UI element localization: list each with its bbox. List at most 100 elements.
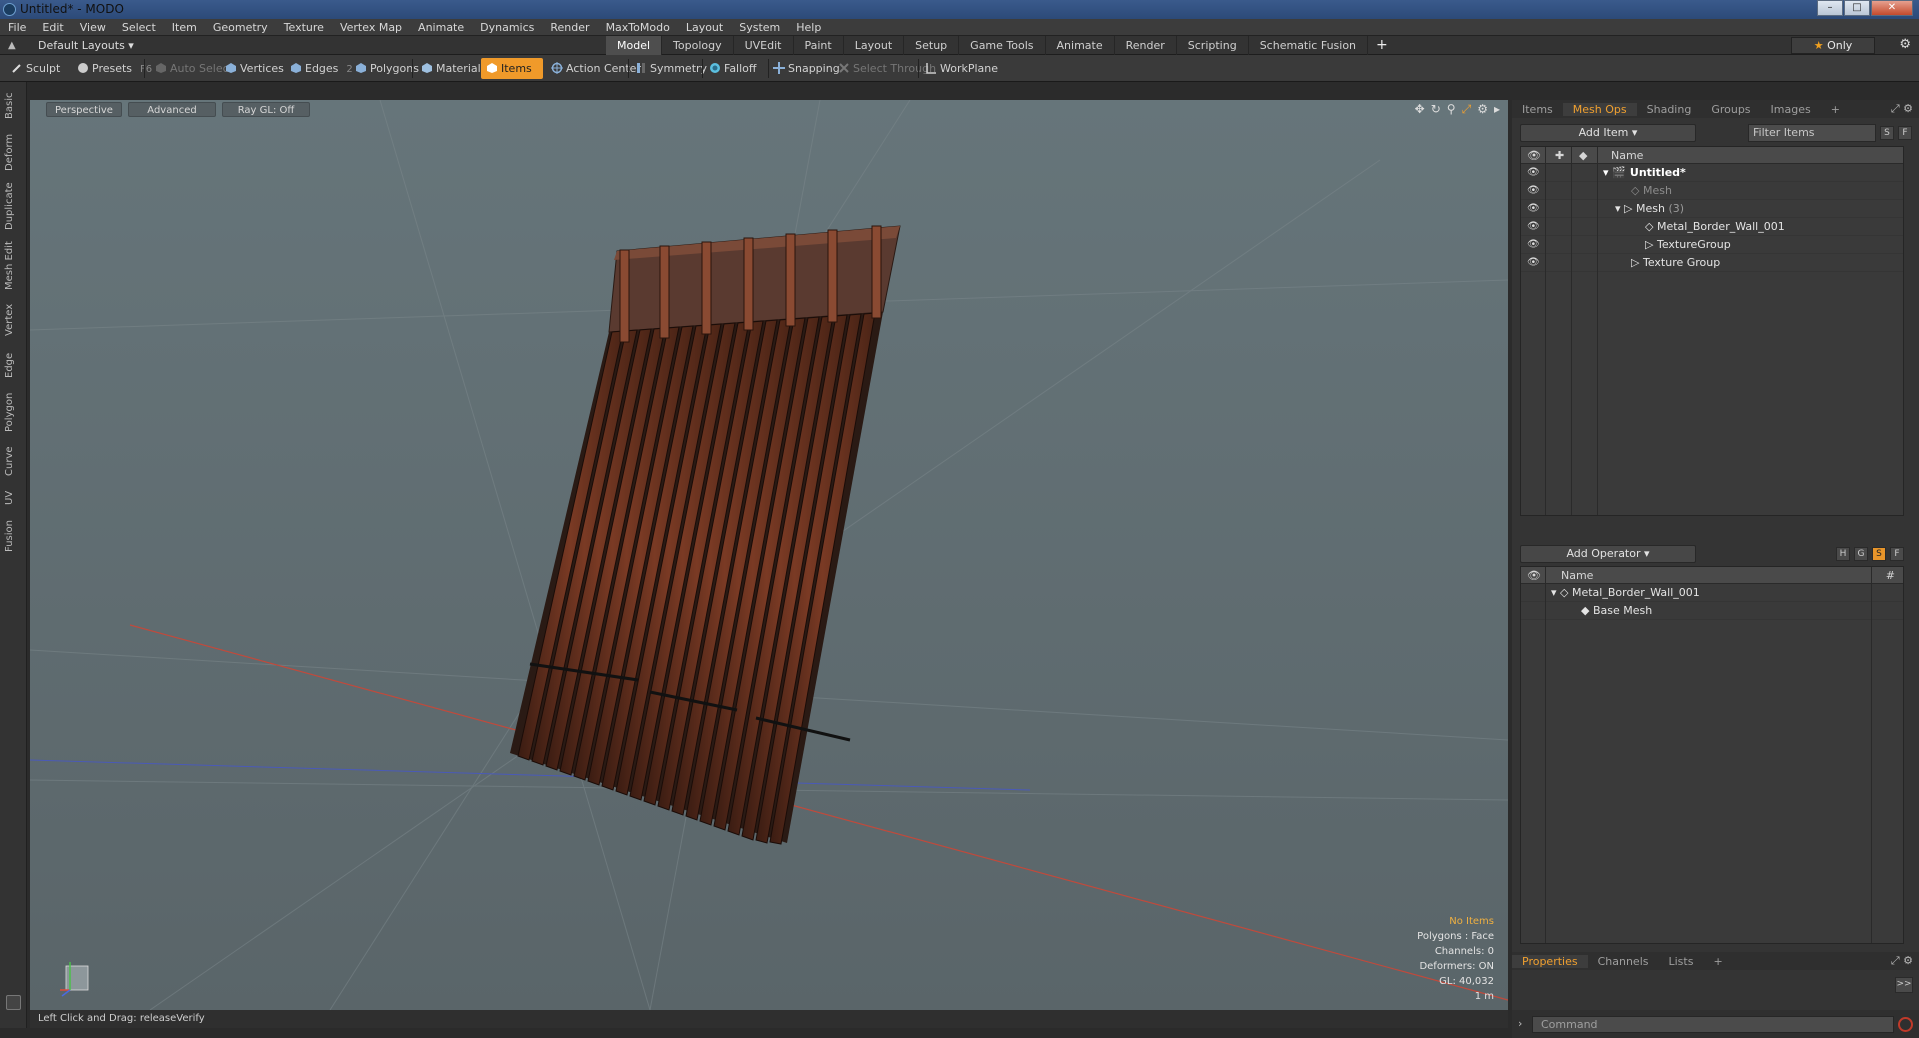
tab-fusion[interactable]: Fusion	[4, 516, 22, 556]
pan-icon[interactable]: ✥	[1415, 102, 1425, 117]
items-f-button[interactable]: F	[1898, 126, 1912, 140]
perspective-dropdown[interactable]: Perspective	[46, 102, 122, 117]
raygl-dropdown[interactable]: Ray GL: Off	[222, 102, 310, 117]
tab-channels[interactable]: Channels	[1588, 955, 1659, 968]
tree-row-texturegroup[interactable]: 👁 ▷ TextureGroup	[1521, 236, 1903, 254]
menu-system[interactable]: System	[731, 21, 788, 34]
gear-icon[interactable]: ⚙	[1899, 37, 1911, 52]
menu-animate[interactable]: Animate	[410, 21, 472, 34]
operator-row-metal-border-wall[interactable]: ▾ ◇ Metal_Border_Wall_001	[1521, 584, 1903, 602]
add-tab-button[interactable]: +	[1368, 36, 1396, 55]
operator-row-base-mesh[interactable]: ◆ Base Mesh	[1521, 602, 1903, 620]
edges-button[interactable]: Edges 2	[285, 58, 359, 79]
sculpt-button[interactable]: Sculpt	[6, 58, 66, 79]
menu-file[interactable]: File	[0, 21, 34, 34]
tab-setup[interactable]: Setup	[904, 36, 960, 55]
operators-s-button[interactable]: S	[1872, 547, 1886, 561]
command-input[interactable]: Command	[1532, 1016, 1894, 1033]
workplane-button[interactable]: WorkPlane	[920, 58, 1004, 79]
tab-images[interactable]: Images	[1761, 103, 1821, 116]
record-macro-icon[interactable]	[1898, 1017, 1913, 1032]
menu-vertex-map[interactable]: Vertex Map	[332, 21, 410, 34]
tab-schematic-fusion[interactable]: Schematic Fusion	[1249, 36, 1369, 55]
presets-button[interactable]: Presets F6	[72, 58, 158, 79]
tab-lists[interactable]: Lists	[1659, 955, 1704, 968]
add-properties-tab-button[interactable]: +	[1703, 955, 1732, 968]
eye-icon[interactable]: 👁	[1527, 218, 1540, 236]
shading-dropdown[interactable]: Advanced	[128, 102, 216, 117]
menu-view[interactable]: View	[72, 21, 114, 34]
rotate-icon[interactable]: ↻	[1431, 102, 1441, 117]
command-history-icon[interactable]: ›	[1518, 1017, 1522, 1030]
menu-texture[interactable]: Texture	[276, 21, 332, 34]
menu-dynamics[interactable]: Dynamics	[472, 21, 542, 34]
tab-game-tools[interactable]: Game Tools	[959, 36, 1046, 55]
tab-animate[interactable]: Animate	[1046, 36, 1115, 55]
tab-render[interactable]: Render	[1115, 36, 1177, 55]
items-s-button[interactable]: S	[1880, 126, 1894, 140]
eye-icon[interactable]: 👁	[1527, 200, 1540, 218]
menu-help[interactable]: Help	[788, 21, 829, 34]
tab-polygon[interactable]: Polygon	[4, 388, 22, 436]
eye-icon[interactable]: 👁	[1527, 164, 1540, 182]
default-layouts-dropdown[interactable]: Default Layouts ▾	[38, 39, 134, 52]
tab-edge[interactable]: Edge	[4, 348, 22, 382]
tab-curve[interactable]: Curve	[4, 442, 22, 480]
menu-maxtomodo[interactable]: MaxToModo	[598, 21, 678, 34]
items-button[interactable]: Items	[481, 58, 543, 79]
tree-row-untitled[interactable]: 👁 ▾ 🎬 Untitled*	[1521, 164, 1903, 182]
symmetry-button[interactable]: Symmetry	[630, 58, 713, 79]
operators-h-button[interactable]: H	[1836, 547, 1850, 561]
minimize-button[interactable]: –	[1817, 0, 1843, 16]
properties-options-icon[interactable]: ⤢ ⚙	[1881, 954, 1919, 968]
tree-row-texture-group[interactable]: 👁 ▷ Texture Group	[1521, 254, 1903, 272]
maximize-button[interactable]: □	[1844, 0, 1870, 16]
tab-model[interactable]: Model	[606, 36, 663, 55]
3d-viewport[interactable]: No Items Polygons : Face Channels: 0 Def…	[30, 100, 1508, 1010]
viewport-settings-icon[interactable]: ⚙	[1477, 102, 1488, 117]
tab-mesh-edit[interactable]: Mesh Edit	[4, 240, 22, 292]
tree-row-mesh-disabled[interactable]: 👁 ◇ Mesh	[1521, 182, 1903, 200]
fit-icon[interactable]: ⤢	[1462, 102, 1472, 117]
tab-layout[interactable]: Layout	[844, 36, 905, 55]
close-button[interactable]: ✕	[1871, 0, 1913, 16]
tab-shading[interactable]: Shading	[1637, 103, 1702, 116]
tree-row-metal-border-wall[interactable]: 👁 ◇ Metal_Border_Wall_001	[1521, 218, 1903, 236]
palette-toggle[interactable]	[6, 995, 21, 1010]
operators-f-button[interactable]: F	[1890, 547, 1904, 561]
layout-collapse-icon[interactable]: ▲	[8, 40, 20, 51]
menu-render[interactable]: Render	[542, 21, 597, 34]
only-toggle[interactable]: ★ Only	[1791, 37, 1875, 54]
tab-items[interactable]: Items	[1512, 103, 1563, 116]
menu-item[interactable]: Item	[164, 21, 205, 34]
polygons-button[interactable]: Polygons	[350, 58, 425, 79]
tab-uvedit[interactable]: UVEdit	[734, 36, 794, 55]
add-panel-tab-button[interactable]: +	[1821, 103, 1850, 116]
viewport-menu-icon[interactable]: ▸	[1494, 102, 1500, 117]
add-operator-button[interactable]: Add Operator ▾	[1520, 545, 1696, 563]
tab-groups[interactable]: Groups	[1701, 103, 1760, 116]
panel-options-icon[interactable]: ⤢ ⚙	[1881, 102, 1919, 116]
tab-vertex[interactable]: Vertex	[4, 300, 22, 340]
menu-select[interactable]: Select	[114, 21, 164, 34]
menu-geometry[interactable]: Geometry	[205, 21, 276, 34]
filter-items-input[interactable]: Filter Items	[1748, 124, 1876, 142]
tab-mesh-ops[interactable]: Mesh Ops	[1562, 102, 1637, 116]
tab-paint[interactable]: Paint	[794, 36, 844, 55]
add-item-button[interactable]: Add Item ▾	[1520, 124, 1696, 142]
tab-deform[interactable]: Deform	[4, 132, 22, 172]
tree-row-mesh-group[interactable]: 👁 ▾ ▷ Mesh (3)	[1521, 200, 1903, 218]
tab-scripting[interactable]: Scripting	[1177, 36, 1249, 55]
tab-uv[interactable]: UV	[4, 486, 22, 510]
tab-properties[interactable]: Properties	[1512, 954, 1588, 968]
expand-properties-button[interactable]: >>	[1895, 977, 1913, 993]
tab-topology[interactable]: Topology	[662, 36, 734, 55]
menu-edit[interactable]: Edit	[34, 21, 71, 34]
operators-g-button[interactable]: G	[1854, 547, 1868, 561]
eye-icon[interactable]: 👁	[1527, 182, 1540, 200]
eye-icon[interactable]: 👁	[1527, 236, 1540, 254]
tab-basic[interactable]: Basic	[4, 88, 22, 124]
tab-duplicate[interactable]: Duplicate	[4, 180, 22, 232]
falloff-button[interactable]: Falloff	[704, 58, 762, 79]
eye-icon[interactable]: 👁	[1527, 254, 1540, 272]
